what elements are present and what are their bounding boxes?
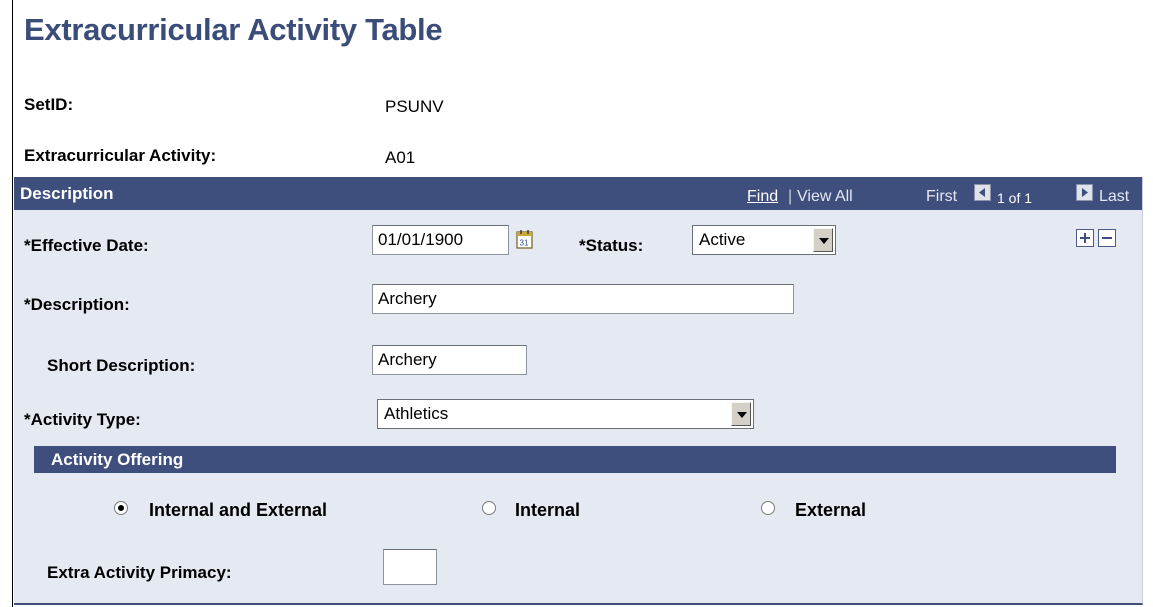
- last-label: Last: [1099, 188, 1130, 205]
- setid-value: PSUNV: [385, 97, 444, 116]
- add-row-button[interactable]: [1076, 229, 1094, 247]
- nav-separator: |: [788, 188, 793, 205]
- chevron-down-icon[interactable]: [731, 402, 751, 426]
- plus-icon: [1080, 233, 1090, 243]
- chevron-down-icon[interactable]: [813, 228, 833, 252]
- extra-activity-primacy-label: Extra Activity Primacy:: [47, 563, 232, 582]
- minus-icon: [1102, 237, 1112, 239]
- description-input[interactable]: [372, 284, 794, 314]
- view-all-link[interactable]: View All: [797, 188, 853, 206]
- radio-external-label: External: [795, 500, 867, 520]
- calendar-button[interactable]: 31: [515, 229, 535, 251]
- status-select[interactable]: Active: [692, 225, 836, 255]
- arrow-left-icon: [979, 188, 985, 197]
- activity-offering-header: [34, 446, 1116, 473]
- extra-activity-primacy-input[interactable]: [383, 549, 437, 585]
- first-label: First: [926, 188, 958, 205]
- row-count: 1 of 1: [997, 190, 1033, 206]
- effective-date-input[interactable]: [372, 225, 509, 255]
- delete-row-button[interactable]: [1098, 229, 1116, 247]
- activity-type-label: *Activity Type:: [24, 410, 141, 429]
- page-title: Extracurricular Activity Table: [24, 12, 443, 47]
- short-description-label: Short Description:: [47, 356, 196, 375]
- previous-row-button[interactable]: [974, 184, 991, 201]
- page-left-border: [12, 0, 13, 607]
- description-panel-title: Description: [20, 184, 114, 203]
- description-label: *Description:: [24, 295, 130, 314]
- status-label: *Status:: [579, 236, 644, 255]
- svg-text:31: 31: [520, 239, 529, 248]
- status-select-value: Active: [699, 230, 746, 249]
- activity-type-select-value: Athletics: [384, 404, 449, 423]
- find-link[interactable]: Find: [747, 188, 778, 206]
- short-description-input[interactable]: [372, 345, 527, 375]
- radio-internal-label: Internal: [515, 500, 581, 520]
- calendar-icon: 31: [516, 230, 533, 249]
- description-panel-header: [14, 177, 1142, 210]
- extracurricular-activity-label: Extracurricular Activity:: [24, 146, 217, 165]
- radio-internal-and-external-label: Internal and External: [149, 500, 328, 520]
- radio-external[interactable]: [761, 501, 775, 515]
- extracurricular-activity-value: A01: [385, 148, 416, 167]
- effective-date-label: *Effective Date:: [24, 236, 149, 255]
- setid-label: SetID:: [24, 95, 74, 114]
- activity-offering-title: Activity Offering: [51, 450, 184, 469]
- radio-internal-and-external[interactable]: [114, 501, 128, 515]
- activity-type-select[interactable]: Athletics: [377, 399, 754, 429]
- radio-internal[interactable]: [482, 501, 496, 515]
- next-row-button[interactable]: [1076, 184, 1093, 201]
- arrow-right-icon: [1082, 188, 1088, 197]
